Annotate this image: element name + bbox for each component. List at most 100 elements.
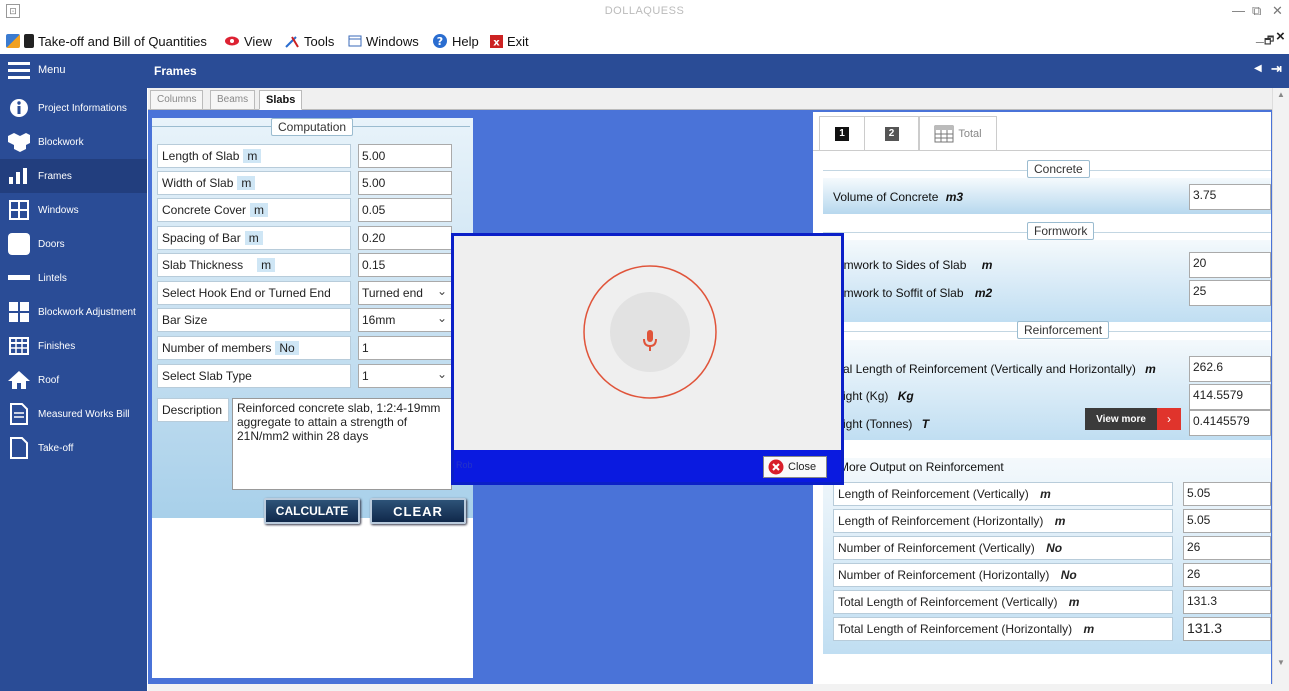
hook-end-select[interactable]: Turned end ⌄ — [358, 281, 452, 305]
sidebar-item-roof[interactable]: Roof — [0, 363, 147, 397]
clear-button[interactable]: CLEAR — [370, 498, 466, 524]
slab-type-label: Select Slab Type — [157, 364, 351, 388]
sidebar-item-project-informations[interactable]: Project Informations — [0, 91, 147, 125]
reinforcement-legend: Reinforcement — [1017, 321, 1110, 339]
view-more-button[interactable]: View more › — [1085, 408, 1181, 430]
more-row-label: Length of Reinforcement (Vertically) m — [833, 482, 1173, 506]
minimize-button[interactable]: — — [1232, 3, 1245, 18]
concrete-cover-input[interactable]: 0.05 — [358, 198, 452, 222]
bar-size-label: Bar Size — [157, 308, 351, 332]
help-icon: ? — [433, 34, 447, 48]
calculate-button[interactable]: CALCULATE — [264, 498, 360, 524]
sidebar-item-windows[interactable]: Windows — [0, 193, 147, 227]
spacing-of-bar-input[interactable]: 0.20 — [358, 226, 452, 250]
total-length-value: 262.6 — [1189, 356, 1271, 382]
menu-exit[interactable]: x Exit — [490, 32, 529, 50]
scroll-down-icon[interactable]: ▼ — [1277, 658, 1285, 667]
logout-icon[interactable]: ⇥ — [1271, 61, 1282, 77]
computation-legend: Computation — [271, 118, 354, 136]
sidebar-item-take-off[interactable]: Take-off — [0, 431, 147, 465]
close-window-button[interactable]: ✕ — [1272, 3, 1283, 19]
frames-tabs: Columns Beams Slabs — [148, 88, 1288, 110]
results-tab-2[interactable]: 2 — [865, 116, 919, 150]
total-length-label: otal Length of Reinforcement (Vertically… — [833, 362, 1156, 376]
more-row-label: Length of Reinforcement (Horizontally) m — [833, 509, 1173, 533]
table-icon — [8, 335, 30, 357]
bar-size-select[interactable]: 16mm ⌄ — [358, 308, 452, 332]
chevron-down-icon: ⌄ — [436, 284, 447, 298]
sidebar-item-measured-works-bill[interactable]: Measured Works Bill — [0, 397, 147, 431]
width-of-slab-input[interactable]: 5.00 — [358, 171, 452, 195]
voice-input-dialog: Rob Close — [451, 233, 844, 485]
more-row-value: 131.3 — [1183, 590, 1271, 614]
results-tab-total[interactable]: Total — [919, 116, 997, 150]
computation-panel: Computation Length of Slab m 5.00 Width o… — [152, 118, 473, 678]
horizontal-scrollbar[interactable] — [148, 684, 1289, 691]
description-textarea[interactable]: Reinforced concrete slab, 1:2:4-19mm agg… — [232, 398, 452, 490]
sidebar-item-doors[interactable]: Doors — [0, 227, 147, 261]
slab-type-select[interactable]: 1 ⌄ — [358, 364, 452, 388]
sidebar: Menu Project Informations Blockwork Fram… — [0, 54, 147, 691]
more-row-value: 26 — [1183, 563, 1271, 587]
tab-slabs[interactable]: Slabs — [259, 90, 303, 110]
window-title: DOLLAQUESS — [604, 5, 685, 17]
tab-beams[interactable]: Beams — [210, 90, 256, 110]
collapse-left-icon[interactable]: ◀ — [1254, 63, 1262, 74]
width-of-slab-label: Width of Slab m — [157, 171, 351, 195]
formwork-legend: Formwork — [1027, 222, 1095, 240]
menu-help[interactable]: ? Help — [432, 32, 479, 50]
hamburger-icon — [8, 59, 30, 81]
more-row-value: 5.05 — [1183, 482, 1271, 506]
more-row-value: 131.3 — [1183, 617, 1271, 641]
sidebar-item-blockwork[interactable]: Blockwork — [0, 125, 147, 159]
formwork-sides-value: 20 — [1189, 252, 1271, 278]
mdi-restore-button[interactable]: 🗗 — [1264, 32, 1274, 51]
microphone-icon[interactable] — [642, 330, 658, 354]
scroll-up-icon[interactable]: ▲ — [1277, 90, 1285, 99]
svg-text:x: x — [493, 37, 500, 48]
blocks-icon — [8, 131, 30, 153]
sidebar-item-finishes[interactable]: Finishes — [0, 329, 147, 363]
volume-concrete-label: Volume of Concrete m3 — [833, 190, 964, 204]
tab-columns[interactable]: Columns — [150, 90, 204, 110]
results-tab-1[interactable]: 1 — [819, 116, 865, 150]
menu-view[interactable]: View — [224, 32, 272, 50]
close-icon — [768, 459, 784, 475]
close-dialog-button[interactable]: Close — [763, 456, 827, 478]
length-of-slab-input[interactable]: 5.00 — [358, 144, 452, 168]
length-of-slab-label: Length of Slab m — [157, 144, 351, 168]
restore-button[interactable]: ⧉ — [1252, 3, 1261, 19]
slab-thickness-label: Slab Thickness m — [157, 253, 351, 277]
more-row-label: Number of Reinforcement (Vertically) No — [833, 536, 1173, 560]
mdi-close-button[interactable]: × — [1276, 28, 1285, 45]
weight-kg-value: 414.5579 — [1189, 384, 1271, 410]
app-menu-icon — [6, 34, 20, 48]
menu-takeoff[interactable]: Take-off and Bill of Quantities — [6, 32, 207, 50]
chevron-down-icon: ⌄ — [436, 311, 447, 325]
menu-windows[interactable]: Windows — [348, 32, 419, 50]
mdi-minimize-button[interactable]: _ — [1256, 28, 1264, 44]
dialog-footer: Rob Close — [454, 450, 841, 482]
book-icon — [24, 34, 34, 48]
formwork-sides-label: ormwork to Sides of Slab m — [833, 258, 993, 272]
title-bar: ⊡ DOLLAQUESS — ⧉ ✕ — [0, 0, 1289, 26]
formwork-soffit-value: 25 — [1189, 280, 1271, 306]
more-output-legend: More Output on Reinforcement — [839, 460, 1004, 474]
vertical-scrollbar[interactable]: ▲ ▼ — [1272, 88, 1289, 684]
sidebar-item-frames[interactable]: Frames — [0, 159, 147, 193]
slab-thickness-input[interactable]: 0.15 — [358, 253, 452, 277]
sidebar-item-lintels[interactable]: Lintels — [0, 261, 147, 295]
sidebar-menu-toggle[interactable]: Menu — [0, 54, 147, 86]
more-row-label: Total Length of Reinforcement (Horizonta… — [833, 617, 1173, 641]
lintel-icon — [8, 267, 30, 289]
menu-tools[interactable]: Tools — [284, 32, 334, 50]
sidebar-item-blockwork-adjustment[interactable]: Blockwork Adjustment — [0, 295, 147, 329]
grid-icon — [8, 301, 30, 323]
content-header: Frames ◀ ⇥ — [147, 54, 1289, 88]
page-title: Frames — [154, 64, 197, 78]
calculator-icon — [934, 125, 954, 142]
weight-tonnes-value: 0.4145579 — [1189, 410, 1271, 436]
spacing-of-bar-label: Spacing of Bar m — [157, 226, 351, 250]
number-of-members-input[interactable]: 1 — [358, 336, 452, 360]
door-icon — [8, 233, 30, 255]
